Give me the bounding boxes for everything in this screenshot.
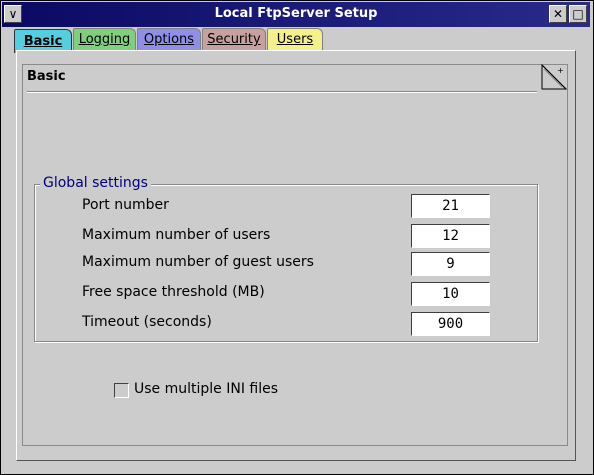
max-guest-users-label: Maximum number of guest users [82,254,314,270]
timeout-field[interactable]: 900 [411,312,490,336]
tab-label: Options [143,32,195,47]
multiple-ini-checkbox[interactable] [114,383,129,398]
close-button[interactable]: ✕ [549,5,567,23]
port-number-field[interactable]: 21 [411,194,490,218]
page-title: Basic [27,69,66,84]
maximize-icon: □ [572,7,584,21]
global-settings-label: Global settings [40,175,151,191]
tab-users[interactable]: Users [267,28,323,50]
window-title: Local FtpServer Setup [214,6,378,21]
max-users-field[interactable]: 12 [411,224,490,248]
tab-label: Users [276,32,314,47]
tab-logging[interactable]: Logging [73,28,136,50]
title-bar[interactable]: ∨ Local FtpServer Setup ✕ □ [2,2,590,27]
page-turn-icon[interactable]: + [541,64,567,90]
timeout-label: Timeout (seconds) [82,314,212,330]
page-title-divider [27,91,537,93]
max-guest-users-field[interactable]: 9 [411,252,490,276]
close-icon: ✕ [552,7,564,21]
maximize-button[interactable]: □ [569,5,587,23]
svg-text:+: + [557,66,564,75]
port-number-label: Port number [82,197,169,213]
tab-label: Basic [23,34,63,49]
tab-label: Logging [78,32,131,47]
free-space-threshold-label: Free space threshold (MB) [82,284,265,300]
max-users-label: Maximum number of users [82,227,271,243]
tab-security[interactable]: Security [202,28,266,50]
tab-label: Security [207,32,261,47]
multiple-ini-label[interactable]: Use multiple INI files [134,381,278,397]
tab-options[interactable]: Options [137,28,201,50]
free-space-threshold-field[interactable]: 10 [411,282,490,306]
